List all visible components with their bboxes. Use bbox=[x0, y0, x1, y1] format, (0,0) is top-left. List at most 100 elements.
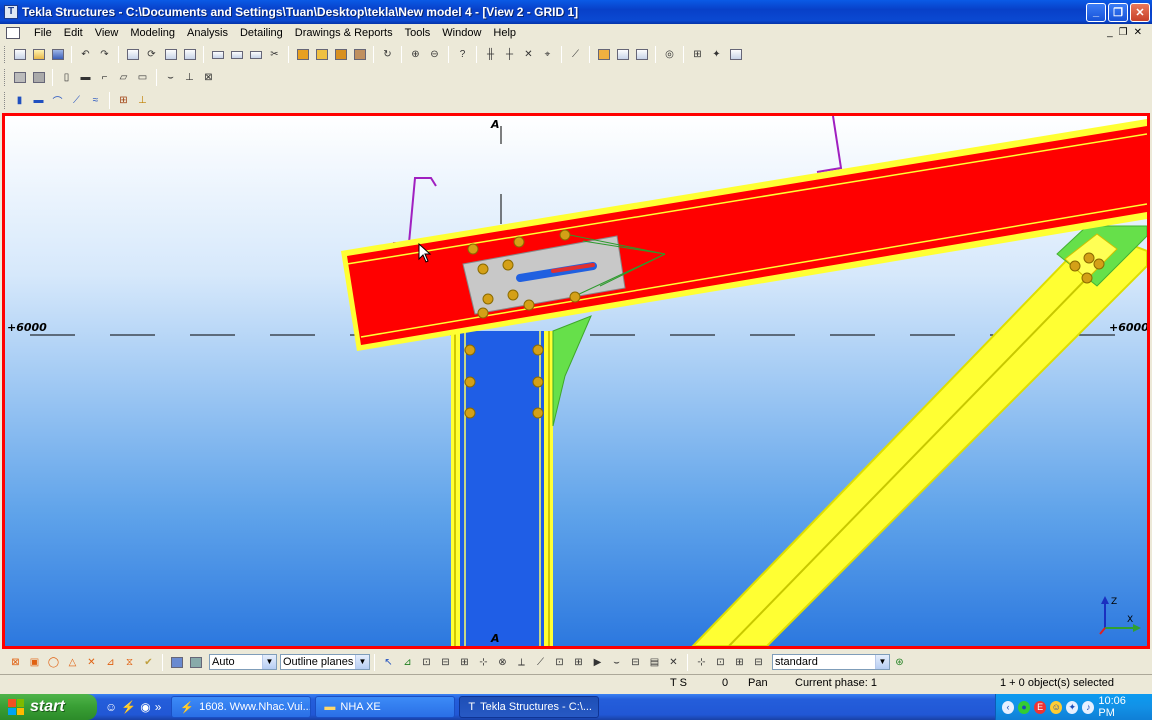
select-surface-icon[interactable]: ◯ bbox=[45, 654, 62, 671]
snap-free-icon[interactable]: ⊞ bbox=[570, 654, 587, 671]
menu-view[interactable]: View bbox=[89, 27, 125, 39]
task-nha-xe-folder[interactable]: ▬ NHA XE bbox=[315, 696, 456, 718]
rebar-icon[interactable]: ⊠ bbox=[200, 69, 217, 86]
undo-icon[interactable]: ↶ bbox=[77, 46, 94, 63]
open-model-icon[interactable] bbox=[30, 46, 47, 63]
doc-minimize-button[interactable]: _ bbox=[1107, 27, 1113, 38]
work-plane-select[interactable]: Auto ▼ bbox=[209, 654, 277, 670]
snap-end-points-icon[interactable]: ⊟ bbox=[437, 654, 454, 671]
weld-icon[interactable]: ⌣ bbox=[162, 69, 179, 86]
clash-check-icon[interactable] bbox=[351, 46, 368, 63]
globe-icon[interactable]: ◎ bbox=[661, 46, 678, 63]
doc-restore-button[interactable]: ❐ bbox=[1119, 27, 1128, 38]
snap-nearest-icon[interactable]: ⊡ bbox=[418, 654, 435, 671]
doc-close-button[interactable]: ✕ bbox=[1134, 27, 1142, 38]
snap-arc-icon[interactable]: ⌣ bbox=[608, 654, 625, 671]
select-parts-icon[interactable]: ▣ bbox=[26, 654, 43, 671]
toolbar-grip[interactable] bbox=[4, 46, 7, 63]
model-canvas[interactable]: Z X bbox=[5, 116, 1147, 646]
snap-geometry-icon[interactable]: ⊿ bbox=[399, 654, 416, 671]
select-objects-icon[interactable]: ⊡ bbox=[712, 654, 729, 671]
orthogonal-beam-icon[interactable]: ⊞ bbox=[115, 92, 132, 109]
chevron-down-icon[interactable]: ▼ bbox=[262, 655, 276, 669]
tekla-app-icon[interactable]: T bbox=[4, 5, 18, 19]
menu-edit[interactable]: Edit bbox=[58, 27, 89, 39]
select-assembly-icon[interactable]: ⊹ bbox=[693, 654, 710, 671]
menu-help[interactable]: Help bbox=[487, 27, 522, 39]
numbering-icon[interactable] bbox=[614, 46, 631, 63]
menu-drawings-reports[interactable]: Drawings & Reports bbox=[289, 27, 399, 39]
winamp-quick-icon[interactable]: ⚡ bbox=[121, 700, 136, 714]
task-winamp[interactable]: ⚡ 1608. Www.Nhac.Vui... bbox=[171, 696, 312, 718]
redo-icon[interactable]: ↷ bbox=[96, 46, 113, 63]
twin-profile-icon[interactable]: ≈ bbox=[87, 92, 104, 109]
fitting-icon[interactable] bbox=[11, 69, 28, 86]
copy-icon[interactable] bbox=[124, 46, 141, 63]
measure-icon[interactable]: ⟋ bbox=[567, 46, 584, 63]
create-view-icon[interactable] bbox=[228, 46, 245, 63]
snap-line-icon[interactable]: ┼ bbox=[501, 46, 518, 63]
snap-layer-icon[interactable]: ▤ bbox=[646, 654, 663, 671]
work-plane-icon[interactable] bbox=[187, 654, 204, 671]
select-points-icon[interactable]: △ bbox=[64, 654, 81, 671]
firefox-icon[interactable]: ◉ bbox=[140, 700, 150, 714]
task-tekla-structures[interactable]: T Tekla Structures - C:\... bbox=[459, 696, 600, 718]
tray-volume-icon[interactable]: ♪ bbox=[1082, 700, 1095, 714]
chevron-down-icon[interactable]: ▼ bbox=[875, 655, 889, 669]
menu-tools[interactable]: Tools bbox=[399, 27, 437, 39]
organizer-icon[interactable]: ⊞ bbox=[689, 46, 706, 63]
menu-file[interactable]: File bbox=[28, 27, 58, 39]
snap-line-extension-icon[interactable]: ⟋ bbox=[532, 654, 549, 671]
messenger-icon[interactable]: ☺ bbox=[105, 700, 117, 714]
close-button[interactable]: ✕ bbox=[1130, 2, 1150, 22]
snap-midpoint-icon[interactable]: ⊹ bbox=[475, 654, 492, 671]
zoom-icon[interactable]: ⊕ bbox=[407, 46, 424, 63]
snap-point-icon[interactable]: ⌖ bbox=[539, 46, 556, 63]
quick-launch-more-icon[interactable]: » bbox=[155, 700, 162, 714]
snap-intersection-icon[interactable]: ✕ bbox=[520, 46, 537, 63]
snap-intersection-icon[interactable]: ⊗ bbox=[494, 654, 511, 671]
wizard-icon[interactable]: ✦ bbox=[708, 46, 725, 63]
model-view-window[interactable]: Z X A A +6000 +6000 bbox=[2, 113, 1150, 649]
cut-icon[interactable]: ✂ bbox=[266, 46, 283, 63]
layers-icon[interactable] bbox=[595, 46, 612, 63]
snap-any-position-icon[interactable]: ⊡ bbox=[551, 654, 568, 671]
rotate-icon[interactable]: ↻ bbox=[379, 46, 396, 63]
start-button[interactable]: start bbox=[0, 694, 97, 720]
snap-perpendicular-icon[interactable]: ⟂ bbox=[513, 654, 530, 671]
select-filter-icon[interactable]: ⊟ bbox=[750, 654, 767, 671]
snap-override-icon[interactable]: ▶ bbox=[589, 654, 606, 671]
select-group-icon[interactable]: ⊞ bbox=[731, 654, 748, 671]
bolt-icon[interactable]: ⊥ bbox=[181, 69, 198, 86]
snap-grid-icon[interactable]: ╫ bbox=[482, 46, 499, 63]
menu-detailing[interactable]: Detailing bbox=[234, 27, 289, 39]
curved-beam-icon[interactable]: ⌒ bbox=[49, 92, 66, 109]
refresh-icon[interactable]: ⟳ bbox=[143, 46, 160, 63]
steel-beam-icon[interactable]: ▬ bbox=[30, 92, 47, 109]
polybeam-icon[interactable]: ⌐ bbox=[96, 69, 113, 86]
snap-ref-lines-icon[interactable]: ↖ bbox=[380, 654, 397, 671]
filter-settings-icon[interactable]: ⊛ bbox=[891, 654, 908, 671]
contour-plate-icon[interactable]: ▭ bbox=[134, 69, 151, 86]
toolbar-grip[interactable] bbox=[4, 92, 7, 109]
snap-track-icon[interactable]: ⊟ bbox=[627, 654, 644, 671]
tray-app-icon[interactable]: ● bbox=[1018, 700, 1031, 714]
part-color-icon[interactable] bbox=[294, 46, 311, 63]
view-icon[interactable] bbox=[209, 46, 226, 63]
save-icon[interactable] bbox=[49, 46, 66, 63]
tray-messenger-icon[interactable]: ☺ bbox=[1050, 700, 1063, 714]
properties-icon[interactable] bbox=[181, 46, 198, 63]
status-phase[interactable]: Current phase: 1 bbox=[795, 677, 877, 689]
snap-cross-icon[interactable]: ✕ bbox=[665, 654, 682, 671]
select-check-icon[interactable]: ✔ bbox=[140, 654, 157, 671]
beam-icon[interactable]: ▬ bbox=[77, 69, 94, 86]
help-icon[interactable]: ? bbox=[454, 46, 471, 63]
menu-analysis[interactable]: Analysis bbox=[181, 27, 234, 39]
select-all-icon[interactable]: ⊠ bbox=[7, 654, 24, 671]
chevron-down-icon[interactable]: ▼ bbox=[355, 655, 369, 669]
assembly-icon[interactable] bbox=[313, 46, 330, 63]
tray-network-icon[interactable]: ✦ bbox=[1066, 700, 1079, 714]
plate-icon[interactable]: ▱ bbox=[115, 69, 132, 86]
minimize-button[interactable]: _ bbox=[1086, 2, 1106, 22]
print-icon[interactable] bbox=[162, 46, 179, 63]
